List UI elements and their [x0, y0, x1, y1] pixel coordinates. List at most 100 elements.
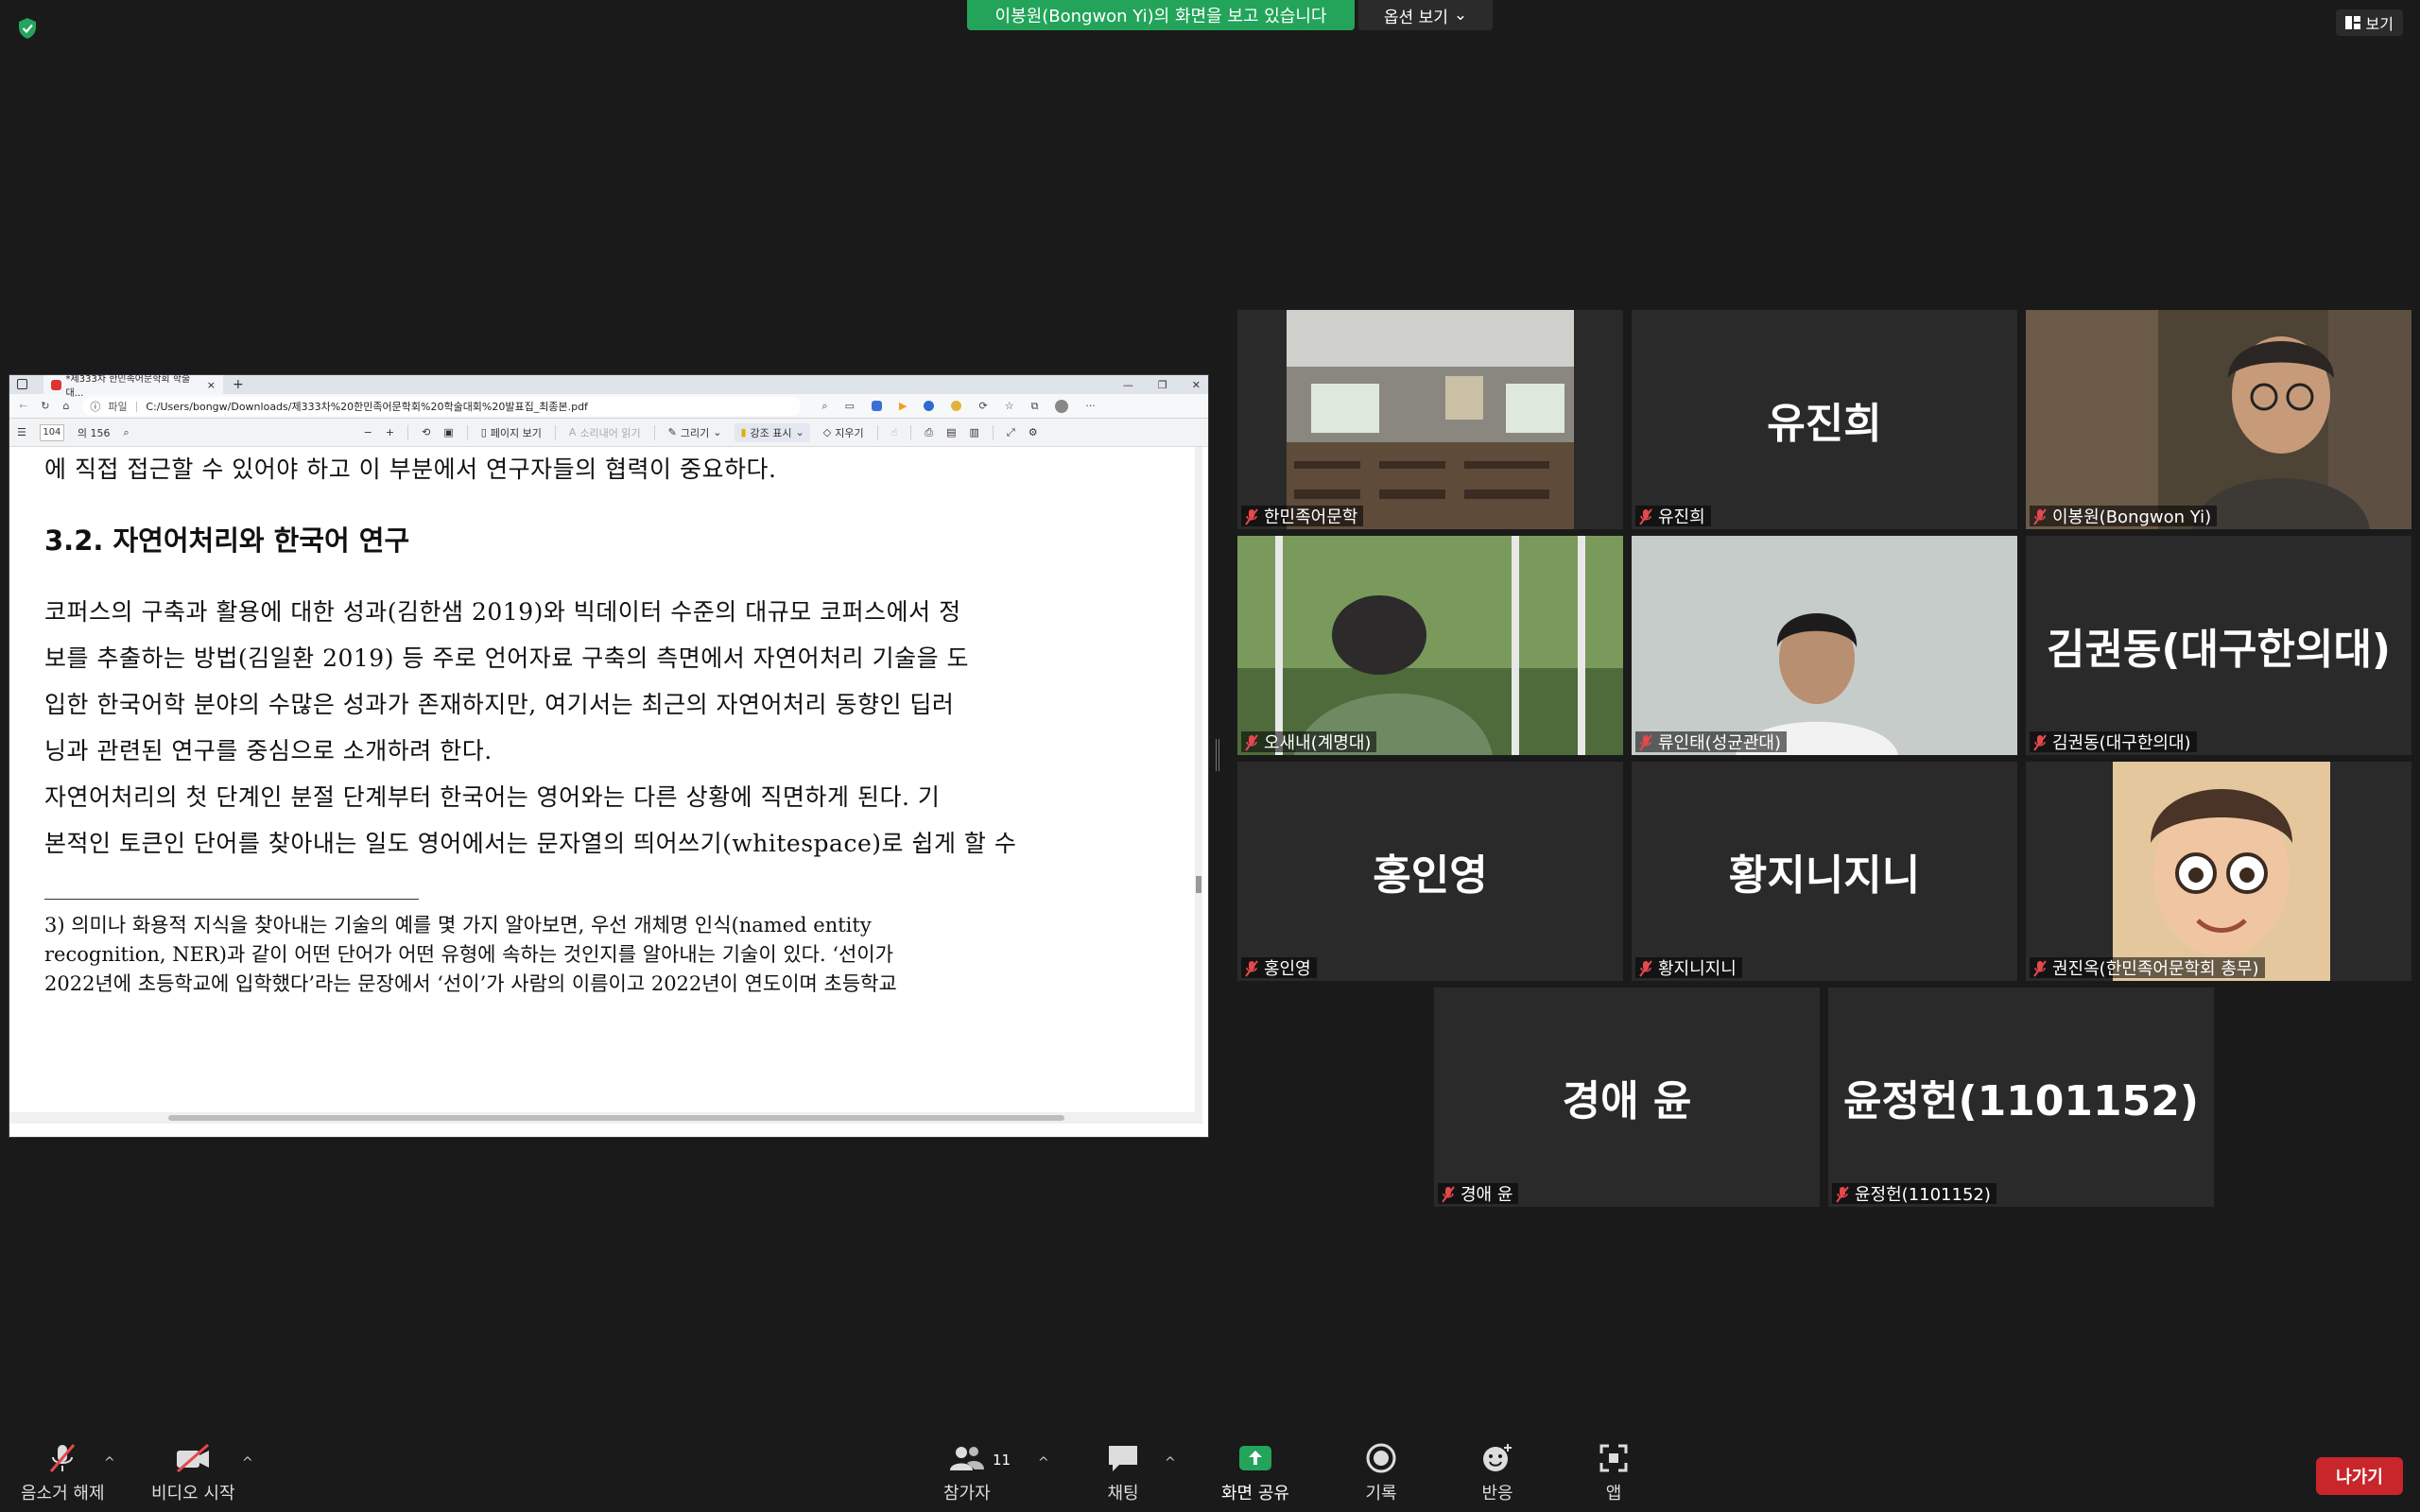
participant-tile[interactable]: 이봉원(Bongwon Yi) [2026, 310, 2411, 529]
zoom-window: 이봉원(Bongwon Yi)의 화면을 보고 있습니다 옵션 보기 ⌄ 보기 … [0, 0, 2420, 1512]
chevron-down-icon: ⌄ [713, 426, 722, 438]
pdf-document-page[interactable]: 에 직접 접근할 수 있어야 하고 이 부분에서 연구자들의 협력이 중요하다.… [9, 447, 1202, 1124]
participant-tile[interactable]: 김권동(대구한의대) 김권동(대구한의대) [2026, 536, 2411, 755]
tab-actions-icon[interactable] [17, 379, 27, 389]
fit-page-icon[interactable]: ▣ [443, 426, 453, 438]
zoom-icon[interactable]: ⌕ [821, 400, 827, 413]
home-icon[interactable]: ⌂ [62, 400, 69, 412]
participant-tile[interactable]: 한민족어문학 [1237, 310, 1623, 529]
participants-icon [949, 1447, 984, 1470]
share-screen-button[interactable]: 화면 공유 [1221, 1442, 1289, 1504]
touch-icon[interactable]: ☝ [891, 426, 898, 438]
grid-view-icon [2344, 16, 2360, 29]
participants-options-caret[interactable]: ^ [1038, 1455, 1049, 1470]
participant-tile[interactable]: 황지니지니 황지니지니 [1632, 762, 2017, 981]
participant-tile[interactable]: 오새내(계명대) [1237, 536, 1623, 755]
participants-button[interactable]: 참가자 [943, 1442, 991, 1504]
record-button[interactable]: 기록 [1365, 1442, 1397, 1504]
profile-avatar[interactable] [1055, 399, 1069, 413]
video-feed [1237, 536, 1623, 755]
search-icon[interactable]: ⌕ [124, 426, 130, 439]
page-number-input[interactable]: 104 [39, 423, 64, 441]
favorites-icon[interactable]: ☆ [1005, 400, 1014, 412]
close-window-icon[interactable]: ✕ [1192, 379, 1201, 391]
maximize-icon[interactable]: ❐ [1158, 379, 1167, 391]
back-icon[interactable]: ← [19, 400, 27, 412]
chat-icon [1109, 1446, 1137, 1471]
participant-tile[interactable]: 류인태(성균관대) [1632, 536, 2017, 755]
microphone-muted-icon [1245, 508, 1258, 525]
participant-name: 유진희 [1658, 507, 1705, 527]
minimize-icon[interactable]: — [1123, 379, 1133, 391]
horizontal-scrollbar[interactable] [9, 1112, 1202, 1124]
participant-tile[interactable]: 유진희 유진희 [1632, 310, 2017, 529]
save-as-icon[interactable]: ▥ [970, 426, 979, 438]
refresh-icon[interactable]: ↻ [41, 400, 49, 412]
participant-name: 김권동(대구한의대) [2052, 733, 2191, 753]
read-aloud-button[interactable]: A 소리내어 읽기 [569, 425, 641, 440]
participant-name-placeholder: 경애 윤 [1562, 1077, 1692, 1125]
apps-button[interactable]: 앱 [1598, 1442, 1630, 1504]
page-view-button[interactable]: ▯ 페이지 보기 [481, 425, 542, 440]
leave-button[interactable]: 나가기 [2316, 1457, 2403, 1495]
close-tab-icon[interactable]: × [207, 379, 216, 391]
view-options-button[interactable]: 옵션 보기 ⌄ [1358, 0, 1493, 30]
zoom-out-icon[interactable]: − [364, 426, 372, 438]
scrollbar-thumb[interactable] [1196, 876, 1201, 893]
sep-bar: | [134, 400, 139, 412]
pdf-text-line: 코퍼스의 구축과 활용에 대한 성과(김한샘 2019)와 빅데이터 수준의 대… [44, 598, 961, 626]
start-video-button[interactable]: 비디오 시작 [151, 1442, 235, 1504]
scrollbar-thumb[interactable] [168, 1115, 1064, 1121]
chat-options-caret[interactable]: ^ [1165, 1455, 1176, 1470]
reactions-button[interactable]: 반응 [1480, 1442, 1514, 1504]
zoom-in-icon[interactable]: + [386, 426, 394, 438]
draw-button[interactable]: ✎ 그리기 ⌄ [668, 425, 722, 440]
pdf-text-line: 보를 추출하는 방법(김일환 2019) 등 주로 언어자료 구축의 측면에서 … [44, 644, 970, 672]
participant-tile[interactable]: 홍인영 홍인영 [1237, 762, 1623, 981]
participant-tile[interactable]: 윤정헌(1101152) 윤정헌(1101152) [1828, 988, 2214, 1207]
save-icon[interactable]: ▤ [946, 426, 956, 438]
extension-shield-icon[interactable] [924, 401, 935, 411]
highlight-button[interactable]: ▮ 강조 표시 ⌄ [735, 422, 810, 442]
rotate-icon[interactable]: ⟲ [422, 426, 430, 438]
chat-button[interactable]: 채팅 [1106, 1442, 1140, 1504]
unmute-button[interactable]: 음소거 해제 [21, 1442, 105, 1504]
participant-name: 류인태(성균관대) [1658, 733, 1781, 753]
divider [466, 424, 468, 440]
vertical-scrollbar[interactable] [1195, 447, 1202, 1124]
collections-icon[interactable]: ⧉ [1031, 400, 1039, 413]
view-button[interactable]: 보기 [2335, 9, 2403, 36]
browser-tabstrip: *제333차 한민족어문학회 학술대... × + — ❐ ✕ [9, 374, 1208, 399]
participant-name-label: 황지니지니 [1635, 957, 1742, 979]
video-feed [2026, 762, 2411, 981]
extension-play-icon[interactable]: ▶ [899, 400, 907, 412]
extension-blue-icon[interactable] [872, 401, 882, 411]
participant-tile[interactable]: 권진옥(한민족어문학회 총무) [2026, 762, 2411, 981]
footnote-line: 3) 의미나 화용적 지식을 찾아내는 기술의 예를 몇 가지 알아보면, 우선… [44, 914, 872, 936]
video-options-caret[interactable]: ^ [242, 1455, 253, 1470]
view-options-label: 옵션 보기 [1383, 8, 1448, 27]
print-icon[interactable]: ⎙ [925, 426, 933, 439]
participant-name-placeholder: 김권동(대구한의대) [2046, 626, 2392, 674]
extension-sync-icon[interactable]: ⟳ [978, 400, 987, 412]
more-icon[interactable]: ··· [1085, 400, 1096, 412]
split-view-handle[interactable] [1216, 739, 1219, 771]
url-field[interactable]: ⓘ 파일 | C:/Users/bongw/Downloads/제333차%20… [82, 396, 802, 416]
toc-icon[interactable]: ☰ [17, 426, 26, 438]
browser-tab[interactable]: *제333차 한민족어문학회 학술대... × [43, 374, 223, 399]
participant-name-label: 류인태(성균관대) [1635, 731, 1787, 753]
new-tab-icon[interactable]: + [233, 377, 244, 392]
section-heading: 3.2. 자연어처리와 한국어 연구 [44, 524, 410, 557]
video-feed [1632, 536, 2017, 755]
security-shield-icon[interactable] [17, 17, 38, 40]
apps-icon [1599, 1444, 1628, 1472]
settings-icon[interactable]: ⚙ [1028, 426, 1038, 438]
audio-options-caret[interactable]: ^ [104, 1455, 115, 1470]
fullscreen-icon[interactable]: ⤢ [1007, 426, 1015, 439]
participant-name: 황지니지니 [1658, 959, 1737, 979]
participant-name-placeholder: 황지니지니 [1728, 851, 1921, 900]
extension-yellow-icon[interactable] [951, 401, 962, 411]
participant-tile[interactable]: 경애 윤 경애 윤 [1434, 988, 1820, 1207]
read-icon[interactable]: ▭ [845, 400, 855, 412]
erase-button[interactable]: ◇ 지우기 [823, 425, 864, 440]
